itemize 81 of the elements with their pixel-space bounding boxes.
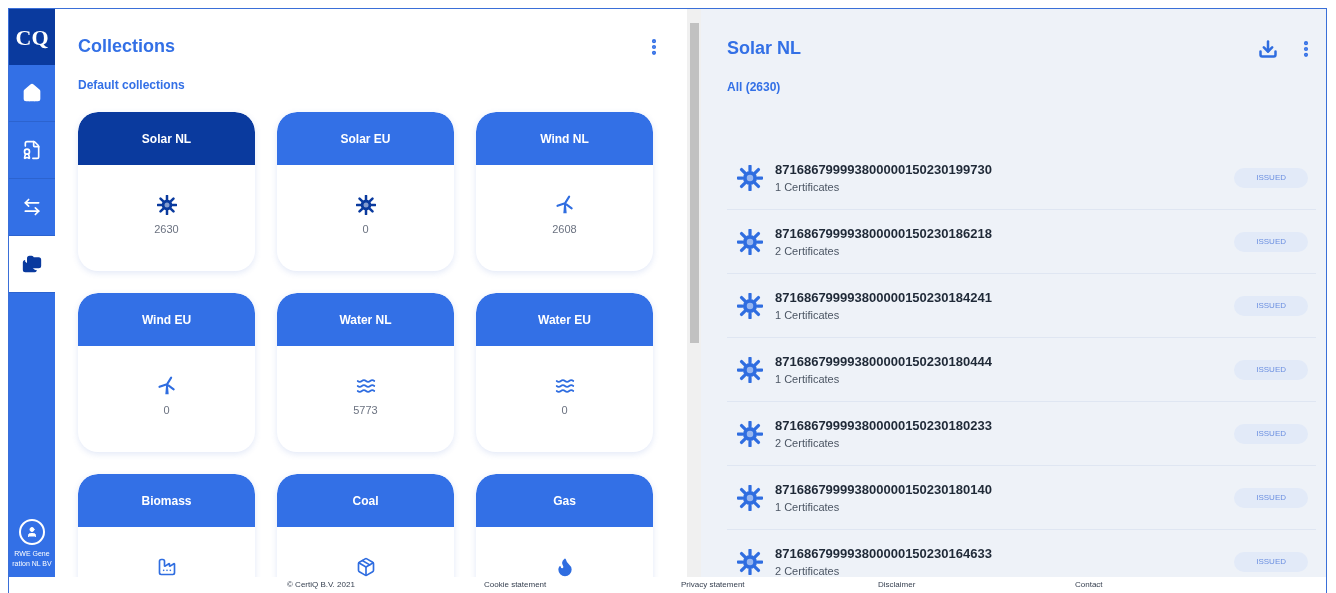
certificate-count: 1 Certificates	[775, 372, 841, 387]
document-badge-icon	[22, 140, 42, 160]
certificate-id: 871686799993800000150230199730	[775, 160, 993, 179]
certificate-id: 871686799993800000150230180444	[775, 352, 993, 371]
status-badge: ISSUED	[1234, 487, 1308, 508]
sun-icon	[737, 228, 763, 255]
card-count: 2608	[552, 222, 577, 237]
card-title: Solar EU	[340, 130, 391, 148]
sun-icon	[737, 356, 763, 383]
certificate-row[interactable]: 871686799993800000150230180233 2 Certificates ISSUED	[727, 402, 1316, 466]
folder-nav-button[interactable]	[9, 236, 55, 293]
factory-icon	[156, 557, 177, 577]
certificate-row[interactable]: 871686799993800000150230199730 1 Certificates ISSUED	[727, 146, 1316, 210]
sun-icon	[737, 548, 763, 575]
wind-turbine-icon	[554, 195, 575, 215]
certificate-count: 2 Certificates	[775, 564, 841, 577]
collection-card[interactable]: Solar NL 2630	[78, 112, 255, 271]
certificate-row[interactable]: 871686799993800000150230180444 1 Certificates ISSUED	[727, 338, 1316, 402]
certificate-row[interactable]: 871686799993800000150230186218 2 Certificates ISSUED	[727, 210, 1316, 274]
footer-link[interactable]: Privacy statement	[681, 579, 878, 591]
collection-card[interactable]: Wind EU 0	[78, 293, 255, 452]
certificate-count: 2 Certificates	[775, 436, 841, 451]
collection-card[interactable]: Coal	[277, 474, 454, 577]
certificate-count: 1 Certificates	[775, 180, 841, 195]
card-title: Coal	[352, 492, 379, 510]
waves-icon	[554, 376, 575, 396]
footer-link[interactable]: Contact	[1075, 579, 1272, 591]
status-badge: ISSUED	[1234, 295, 1308, 316]
card-title: Wind NL	[540, 130, 589, 148]
card-count: 5773	[353, 403, 378, 418]
card-title: Water NL	[339, 311, 392, 329]
collection-card[interactable]: Water EU 0	[476, 293, 653, 452]
card-count: 0	[362, 222, 369, 237]
user-avatar-icon[interactable]	[19, 519, 45, 545]
certificate-row[interactable]: 871686799993800000150230184241 1 Certificates ISSUED	[727, 274, 1316, 338]
collection-card[interactable]: Wind NL 2608	[476, 112, 653, 271]
sun-icon	[737, 420, 763, 447]
folders-icon	[22, 254, 42, 274]
wind-turbine-icon	[156, 376, 177, 396]
certificate-id: 871686799993800000150230180140	[775, 480, 993, 499]
collection-card[interactable]: Biomass	[78, 474, 255, 577]
status-badge: ISSUED	[1234, 359, 1308, 380]
certificate-count: 2 Certificates	[775, 244, 841, 259]
card-title: Gas	[553, 492, 576, 510]
download-icon[interactable]	[1258, 38, 1278, 59]
collection-card[interactable]: Water NL 5773	[277, 293, 454, 452]
card-count: 0	[163, 403, 170, 418]
waves-icon	[355, 376, 376, 396]
certificate-row[interactable]: 871686799993800000150230180140 1 Certificates ISSUED	[727, 466, 1316, 530]
status-badge: ISSUED	[1234, 423, 1308, 444]
card-count: 0	[561, 403, 568, 418]
collection-card[interactable]: Solar EU 0	[277, 112, 454, 271]
sun-icon	[156, 195, 177, 215]
card-title: Wind EU	[141, 311, 192, 329]
certificate-id: 871686799993800000150230164633	[775, 544, 993, 563]
footer-link[interactable]: Disclaimer	[878, 579, 1075, 591]
filter-link[interactable]: All (2630)	[727, 78, 1316, 96]
sun-icon	[737, 164, 763, 191]
collection-card[interactable]: Gas	[476, 474, 653, 577]
arrows-icon	[22, 197, 42, 217]
certificate-count: 1 Certificates	[775, 500, 841, 515]
certificate-id: 871686799993800000150230186218	[775, 224, 993, 243]
certificate-id: 871686799993800000150230184241	[775, 288, 993, 307]
status-badge: ISSUED	[1234, 167, 1308, 188]
sun-icon	[355, 195, 376, 215]
section-subtitle: Default collections	[78, 77, 186, 94]
collections-title: Collections	[78, 35, 175, 58]
home-icon	[22, 83, 42, 103]
certificate-count: 1 Certificates	[775, 308, 841, 323]
footer-link[interactable]: Cookie statement	[484, 579, 681, 591]
card-title: Water EU	[538, 311, 591, 329]
sun-icon	[737, 292, 763, 319]
card-title: Biomass	[141, 492, 192, 510]
logo: CQ	[9, 9, 55, 65]
detail-title: Solar NL	[727, 37, 801, 60]
certificate-id: 871686799993800000150230180233	[775, 416, 993, 435]
status-badge: ISSUED	[1234, 551, 1308, 572]
card-title: Solar NL	[141, 130, 192, 148]
status-badge: ISSUED	[1234, 231, 1308, 252]
sun-icon	[737, 484, 763, 511]
card-count: 2630	[154, 222, 179, 237]
